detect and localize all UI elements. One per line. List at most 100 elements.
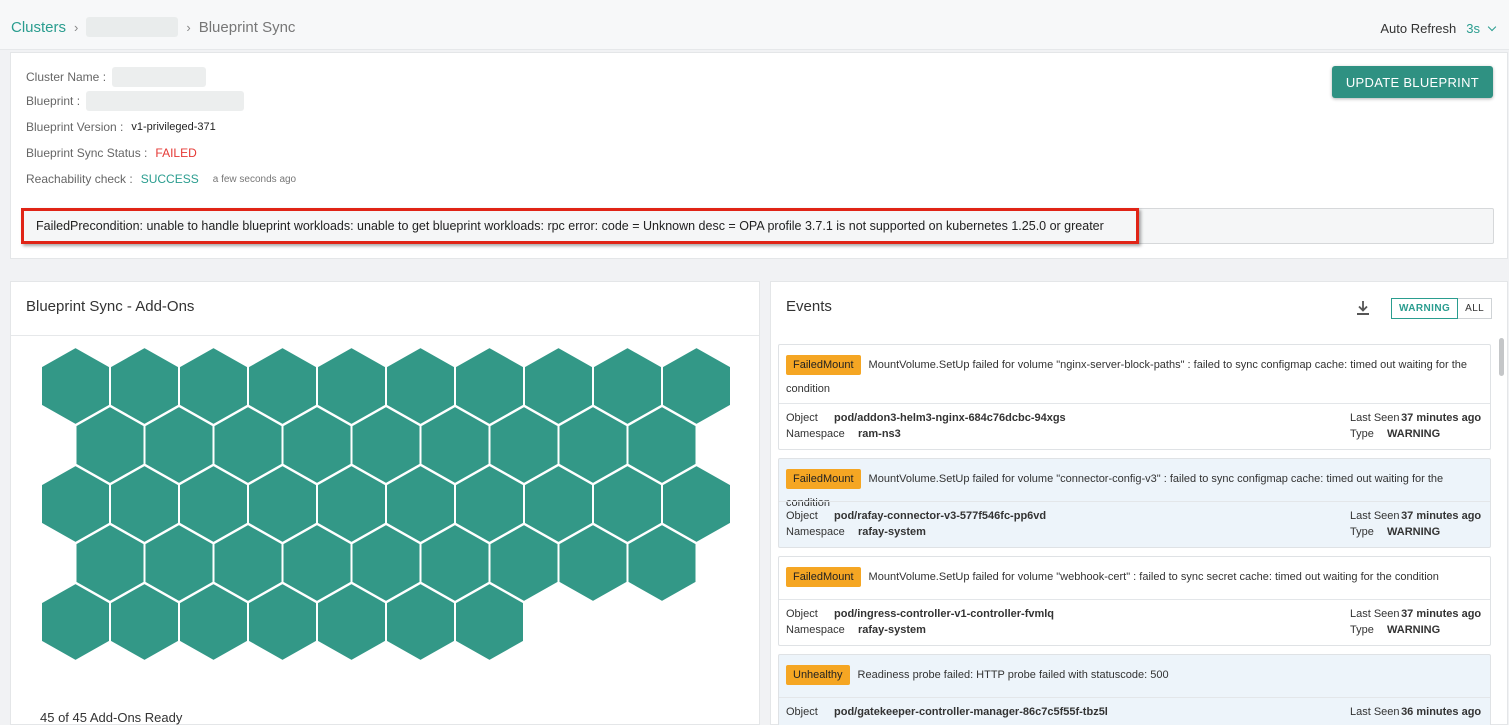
- namespace-label: Namespace: [786, 526, 845, 538]
- event-last-seen-value: 37 minutes ago: [1401, 412, 1482, 424]
- type-label: Type: [1350, 624, 1374, 636]
- blueprint-row: Blueprint :: [26, 91, 245, 111]
- object-label: Object: [786, 510, 818, 522]
- events-title: Events: [786, 298, 832, 315]
- auto-refresh: Auto Refresh 3s: [1380, 21, 1497, 36]
- event-object-value: pod/addon3-helm3-nginx-684c76dcbc-94xgs: [834, 412, 1066, 424]
- addons-hex-grid: [40, 345, 732, 663]
- event-last-seen-value: 36 minutes ago: [1401, 706, 1482, 718]
- reachability-status: SUCCESS: [140, 172, 199, 186]
- addons-title: Blueprint Sync - Add-Ons: [26, 298, 195, 315]
- update-blueprint-button[interactable]: UPDATE BLUEPRINT: [1331, 66, 1493, 98]
- last-seen-label: Last Seen: [1350, 510, 1400, 522]
- event-reason-badge: FailedMount: [786, 355, 861, 375]
- event-last-seen-row: Last Seen 37 minutes ago: [1350, 608, 1481, 620]
- event-header: FailedMount MountVolume.SetUp failed for …: [786, 565, 1482, 589]
- type-label: Type: [1350, 428, 1374, 440]
- sync-status-badge: FAILED: [155, 146, 197, 160]
- event-item: FailedMount MountVolume.SetUp failed for …: [778, 556, 1491, 646]
- object-label: Object: [786, 706, 818, 718]
- event-divider: [779, 599, 1490, 600]
- event-last-seen-row: Last Seen 36 minutes ago: [1350, 706, 1481, 718]
- breadcrumb: Clusters › › Blueprint Sync: [11, 17, 295, 37]
- filter-warning-button[interactable]: WARNING: [1391, 298, 1459, 319]
- last-seen-label: Last Seen: [1350, 412, 1400, 424]
- event-type-row: Type WARNING: [1350, 428, 1440, 440]
- event-header: FailedMount MountVolume.SetUp failed for …: [786, 353, 1482, 401]
- cluster-name-row: Cluster Name :: [26, 67, 207, 87]
- event-last-seen-row: Last Seen 37 minutes ago: [1350, 510, 1481, 522]
- event-divider: [779, 403, 1490, 404]
- top-bar: Clusters › › Blueprint Sync Auto Refresh…: [0, 0, 1509, 50]
- event-divider: [779, 501, 1490, 502]
- object-label: Object: [786, 412, 818, 424]
- event-type-value: WARNING: [1387, 428, 1441, 440]
- addons-ready-count: 45 of 45 Add-Ons Ready: [40, 710, 183, 725]
- events-scrollbar[interactable]: [1499, 338, 1504, 376]
- cluster-name-label: Cluster Name :: [26, 70, 107, 84]
- event-item: FailedMount MountVolume.SetUp failed for …: [778, 458, 1491, 548]
- last-seen-label: Last Seen: [1350, 608, 1400, 620]
- events-card: Events WARNING ALL FailedMount MountVolum…: [770, 281, 1508, 725]
- event-object-value: pod/rafay-connector-v3-577f546fc-pp6vd: [834, 510, 1047, 522]
- event-namespace-row: Namespace rafay-system: [786, 624, 926, 636]
- event-namespace-value: rafay-system: [858, 624, 926, 636]
- event-namespace-row: Namespace ram-ns3: [786, 428, 901, 440]
- event-divider: [779, 697, 1490, 698]
- event-object-value: pod/ingress-controller-v1-controller-fvm…: [834, 608, 1055, 620]
- event-object-row: Object pod/rafay-connector-v3-577f546fc-p…: [786, 510, 1046, 522]
- namespace-label: Namespace: [786, 428, 845, 440]
- event-last-seen-value: 37 minutes ago: [1401, 608, 1482, 620]
- blueprint-label: Blueprint :: [26, 94, 81, 108]
- event-object-row: Object pod/gatekeeper-controller-manager-…: [786, 706, 1108, 718]
- event-item: FailedMount MountVolume.SetUp failed for …: [778, 344, 1491, 450]
- breadcrumb-current: Blueprint Sync: [198, 18, 296, 36]
- event-object-row: Object pod/addon3-helm3-nginx-684c76dcbc-…: [786, 412, 1066, 424]
- object-label: Object: [786, 608, 818, 620]
- event-type-row: Type WARNING: [1350, 526, 1440, 538]
- filter-all-button[interactable]: ALL: [1458, 298, 1493, 319]
- event-message: MountVolume.SetUp failed for volume "con…: [786, 473, 1444, 509]
- breadcrumb-separator: ›: [186, 19, 191, 35]
- event-namespace-value: rafay-system: [858, 526, 926, 538]
- auto-refresh-label: Auto Refresh: [1380, 21, 1457, 36]
- last-seen-label: Last Seen: [1350, 706, 1400, 718]
- event-reason-badge: Unhealthy: [786, 665, 850, 685]
- blueprint-name-redacted: [86, 91, 245, 111]
- event-type-value: WARNING: [1387, 526, 1441, 538]
- event-last-seen-value: 37 minutes ago: [1401, 510, 1482, 522]
- breadcrumb-clusters-link[interactable]: Clusters: [11, 19, 66, 36]
- addons-card: Blueprint Sync - Add-Ons 45 of 45 Add-On…: [10, 281, 760, 725]
- breadcrumb-cluster-redacted[interactable]: [86, 17, 179, 37]
- event-message: MountVolume.SetUp failed for volume "web…: [868, 571, 1439, 583]
- reachability-label: Reachability check :: [26, 172, 133, 186]
- event-item: Unhealthy Readiness probe failed: HTTP pr…: [778, 654, 1491, 725]
- event-message: MountVolume.SetUp failed for volume "ngi…: [786, 359, 1467, 395]
- auto-refresh-select[interactable]: 3s: [1466, 21, 1480, 36]
- event-message: Readiness probe failed: HTTP probe faile…: [857, 669, 1169, 681]
- sync-status-row: Blueprint Sync Status : FAILED: [26, 146, 197, 160]
- events-filter-toggle: WARNING ALL: [1391, 298, 1493, 319]
- event-reason-badge: FailedMount: [786, 469, 861, 489]
- blueprint-version-value: v1-privileged-371: [131, 121, 216, 133]
- sync-status-label: Blueprint Sync Status :: [26, 146, 148, 160]
- event-namespace-value: ram-ns3: [858, 428, 901, 440]
- error-highlight-frame: [21, 208, 1139, 244]
- event-last-seen-row: Last Seen 37 minutes ago: [1350, 412, 1481, 424]
- event-object-row: Object pod/ingress-controller-v1-controll…: [786, 608, 1054, 620]
- reachability-row: Reachability check : SUCCESS a few secon…: [26, 172, 296, 186]
- chevron-down-icon[interactable]: [1487, 22, 1497, 31]
- event-object-value: pod/gatekeeper-controller-manager-86c7c5…: [834, 706, 1108, 718]
- event-header: Unhealthy Readiness probe failed: HTTP pr…: [786, 663, 1482, 687]
- blueprint-version-row: Blueprint Version : v1-privileged-371: [26, 120, 216, 134]
- download-icon[interactable]: [1355, 300, 1371, 316]
- event-type-value: WARNING: [1387, 624, 1441, 636]
- namespace-label: Namespace: [786, 624, 845, 636]
- breadcrumb-separator: ›: [74, 19, 79, 35]
- blueprint-version-label: Blueprint Version :: [26, 120, 124, 134]
- type-label: Type: [1350, 526, 1374, 538]
- reachability-time: a few seconds ago: [212, 173, 297, 185]
- cluster-name-redacted: [112, 67, 207, 87]
- event-reason-badge: FailedMount: [786, 567, 861, 587]
- event-header: FailedMount MountVolume.SetUp failed for …: [786, 467, 1482, 515]
